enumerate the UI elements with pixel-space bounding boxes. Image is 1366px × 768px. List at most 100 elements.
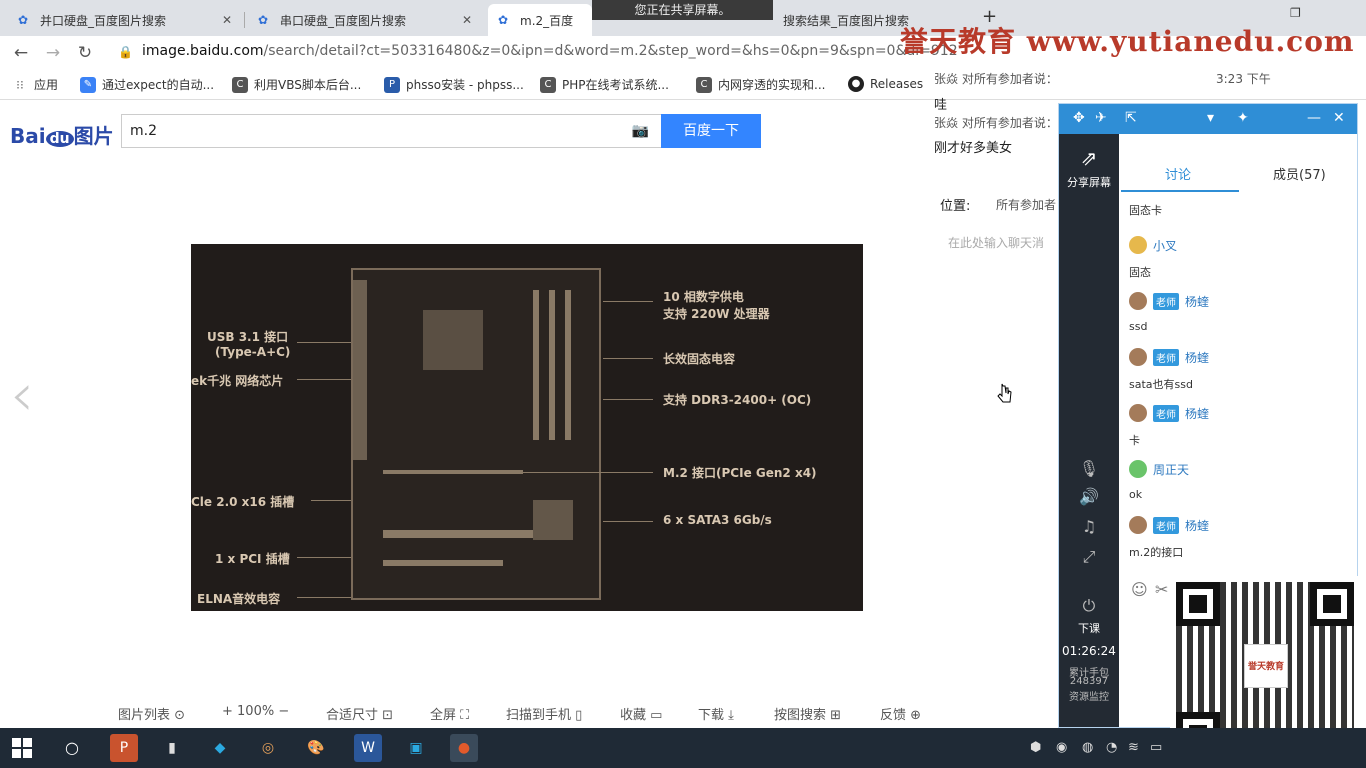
- windows-start-icon[interactable]: [12, 738, 32, 758]
- end-class-label[interactable]: 下课: [1059, 620, 1119, 636]
- music-icon[interactable]: ♫: [1059, 517, 1119, 536]
- forward-icon[interactable]: →: [42, 42, 64, 64]
- pci-slot: [383, 560, 503, 566]
- tab-2[interactable]: ✿ 串口硬盘_百度图片搜索 ✕: [248, 4, 480, 36]
- bookmark-item[interactable]: C 内网穿透的实现和...: [696, 76, 825, 93]
- callout-line: [297, 557, 351, 558]
- list-item: 固态卡: [1129, 192, 1349, 218]
- cortana-icon[interactable]: ○: [58, 734, 86, 762]
- message-text: m.2的接口: [1129, 546, 1184, 559]
- powerpoint-icon[interactable]: P: [110, 734, 138, 762]
- bookmark-item[interactable]: ● Releases: [848, 76, 923, 92]
- back-icon[interactable]: ←: [10, 42, 32, 64]
- bookmark-item[interactable]: C PHP在线考试系统...: [540, 76, 669, 93]
- callout-line: [603, 521, 653, 522]
- document-icon[interactable]: ▮: [158, 734, 186, 762]
- tray-icon[interactable]: ◍: [1082, 740, 1093, 755]
- cpu-socket: [423, 310, 483, 370]
- word-icon[interactable]: W: [354, 734, 382, 762]
- plane-icon[interactable]: ✈: [1095, 110, 1107, 126]
- logo-suffix: 图片: [73, 124, 114, 148]
- expand-icon[interactable]: ⤢: [1059, 547, 1119, 567]
- tab-members[interactable]: 成员(57): [1273, 164, 1326, 183]
- callout-label: ek千兆 网络芯片: [191, 374, 284, 388]
- image-list-button[interactable]: 图片列表 ⊙: [118, 704, 185, 723]
- callout-line: [297, 342, 351, 343]
- chat-input[interactable]: 在此处输入聊天消: [948, 234, 1044, 251]
- avatar: [1129, 460, 1147, 478]
- scan-to-phone-button[interactable]: 扫描到手机 ▯: [506, 704, 582, 723]
- lock-icon: 🔒: [118, 45, 133, 59]
- chat-time: 3:23 下午: [1216, 72, 1271, 86]
- app-diamond-icon[interactable]: ◆: [206, 734, 234, 762]
- power-icon[interactable]: ⏻: [1059, 596, 1119, 616]
- message-text: ssd: [1129, 320, 1148, 333]
- feedback-button[interactable]: 反馈 ⊕: [880, 704, 921, 723]
- bookmark-apps[interactable]: ⁝⁝ 应用: [12, 76, 58, 93]
- tray-icon[interactable]: ◔: [1106, 740, 1117, 755]
- spiral-app-icon[interactable]: ◎: [254, 734, 282, 762]
- tab-1-label: 并口硬盘_百度图片搜索: [40, 13, 167, 28]
- previous-image-arrow-icon[interactable]: ‹: [10, 360, 34, 430]
- emoji-icon[interactable]: ☺: [1131, 580, 1148, 599]
- minimize-icon[interactable]: —: [1307, 110, 1321, 126]
- callout-line: [311, 500, 351, 501]
- paint-icon[interactable]: 🎨: [302, 734, 330, 762]
- microphone-icon[interactable]: 🎙: [1059, 459, 1119, 478]
- tray-icon[interactable]: ◉: [1056, 740, 1067, 755]
- image-toolbar: 图片列表 ⊙ + 100% − 合适尺寸 ⊡ 全屏 ⛶ 扫描到手机 ▯ 收藏 ▭…: [0, 700, 1058, 726]
- chrome-icon[interactable]: ●: [450, 734, 478, 762]
- pcie-slot: [383, 530, 533, 538]
- windows-app-icon[interactable]: ▣: [402, 734, 430, 762]
- settings-icon[interactable]: ✥: [1073, 110, 1085, 126]
- qr-logo: 誉天教育: [1244, 644, 1288, 688]
- speaker-icon[interactable]: 🔊: [1059, 487, 1119, 506]
- php-logo-icon: P: [384, 76, 400, 93]
- share-icon[interactable]: ⇱: [1125, 110, 1137, 126]
- zoom-control[interactable]: + 100% −: [222, 704, 289, 719]
- close-icon[interactable]: ✕: [462, 13, 472, 27]
- tab-3-active[interactable]: ✿ m.2_百度: [488, 4, 592, 36]
- battery-icon[interactable]: ▭: [1150, 740, 1162, 755]
- position-select[interactable]: 所有参加者: [996, 196, 1056, 213]
- role-badge: 老师: [1153, 292, 1179, 310]
- role-badge: 老师: [1153, 516, 1179, 534]
- search-button[interactable]: 百度一下: [661, 114, 761, 148]
- callout-line: [603, 399, 653, 400]
- wifi-icon[interactable]: ≋: [1128, 740, 1139, 755]
- tab-2-label: 串口硬盘_百度图片搜索: [280, 13, 407, 28]
- close-icon[interactable]: ✕: [222, 13, 232, 27]
- mouse-cursor-icon: [996, 382, 1014, 404]
- close-icon[interactable]: ✕: [1333, 110, 1345, 126]
- camera-icon[interactable]: 📷: [632, 123, 649, 139]
- tab-discussion[interactable]: 讨论: [1165, 164, 1191, 183]
- search-by-image-button[interactable]: 按图搜索 ⊞: [774, 704, 841, 723]
- chat-message: 哇: [934, 98, 948, 113]
- share-screen-label[interactable]: 分享屏幕: [1059, 174, 1119, 190]
- reload-icon[interactable]: ↻: [74, 42, 96, 64]
- bookmark-item[interactable]: C 利用VBS脚本后台...: [232, 76, 361, 93]
- scissors-icon[interactable]: ✂: [1155, 580, 1168, 599]
- search-input[interactable]: m.2: [130, 123, 157, 139]
- baidu-logo[interactable]: Bai du 图片: [10, 120, 114, 149]
- share-screen-icon[interactable]: ⇗: [1059, 146, 1119, 170]
- resource-monitor-label[interactable]: 资源监控: [1059, 688, 1119, 703]
- fullscreen-button[interactable]: 全屏 ⛶: [430, 704, 469, 723]
- motherboard-board: [351, 268, 601, 600]
- callout-line: [297, 597, 351, 598]
- download-button[interactable]: 下载 ⤓: [698, 704, 734, 723]
- avatar: [1129, 516, 1147, 534]
- bookmark-item[interactable]: ✎ 通过expect的自动...: [80, 76, 214, 93]
- tray-icon[interactable]: ⬢: [1030, 740, 1041, 755]
- favorite-button[interactable]: 收藏 ▭: [620, 704, 662, 723]
- tab-1[interactable]: ✿ 并口硬盘_百度图片搜索 ✕: [8, 4, 240, 36]
- search-box[interactable]: m.2 📷: [121, 114, 661, 148]
- fit-size-button[interactable]: 合适尺寸 ⊡: [326, 704, 393, 723]
- url-field[interactable]: image.baidu.com/search/detail?ct=5033164…: [142, 43, 958, 59]
- bookmark-item[interactable]: P phsso安装 - phpss...: [384, 76, 524, 93]
- dropdown-icon[interactable]: ▾: [1207, 110, 1214, 126]
- callout-label: USB 3.1 接口: [207, 330, 289, 344]
- pin-icon[interactable]: ✦: [1237, 110, 1249, 126]
- stats-value: 248397: [1069, 676, 1109, 687]
- restore-window-icon[interactable]: ❐: [1290, 6, 1301, 20]
